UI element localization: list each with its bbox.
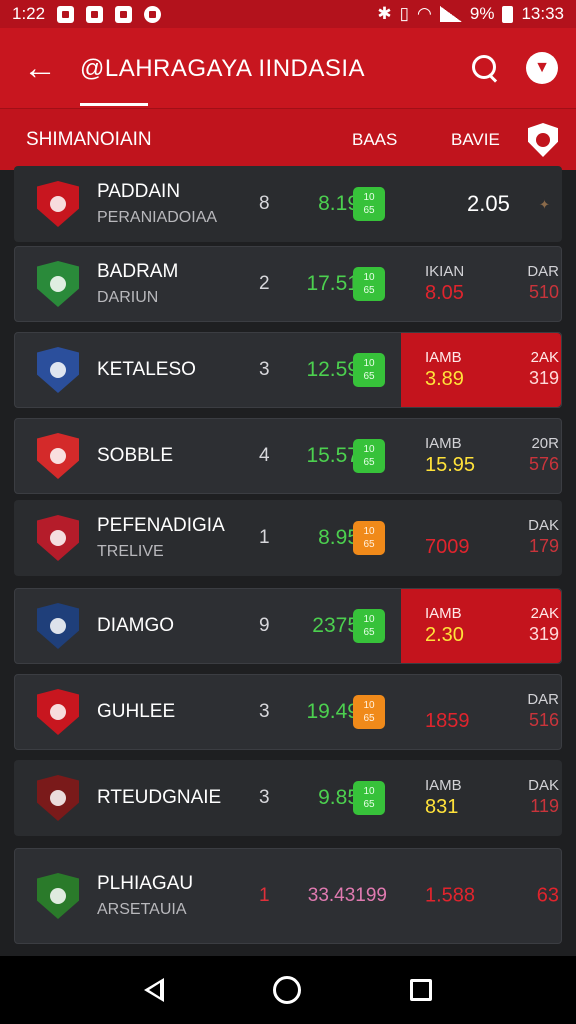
team-subtitle: TRELIVE xyxy=(97,543,164,560)
app-notification-icon xyxy=(86,5,104,23)
battery-icon xyxy=(502,5,514,23)
message-notification-icon xyxy=(57,5,75,23)
status-bar: 1:22 ✱ ▯ ◠ 9% 13:33 xyxy=(0,0,576,28)
team-rank: 4 xyxy=(259,445,270,466)
team-crest-icon xyxy=(37,181,79,227)
team-list: PADDAIN PERANIADOIAA 8 8.19 10 65 2.05 ✦ … xyxy=(0,166,576,956)
list-item[interactable]: BADRAM DARIUN 2 17.51 10 65 IKIAN DAR 8.05… xyxy=(14,246,562,322)
app-bar: ← @LAHRAGAYA IINDASIA ▼ xyxy=(0,28,576,108)
bag-notification-icon xyxy=(115,5,133,23)
team-score: 33.43199 xyxy=(307,885,387,906)
list-item[interactable]: RTEUDGNAIE 3 9.85 10 65 IAMB DAK 831 119 xyxy=(14,760,562,836)
list-item[interactable]: PADDAIN PERANIADOIAA 8 8.19 10 65 2.05 ✦ xyxy=(14,166,562,242)
team-name: GUHLEE xyxy=(97,701,176,722)
system-navigation-bar xyxy=(0,956,576,1024)
media-notification-icon xyxy=(144,5,162,23)
odds-cell[interactable]: IKIAN DAR 8.05 510 xyxy=(425,263,559,305)
score-badge: 10 65 xyxy=(353,439,385,473)
team-name: PEFENADIGIA xyxy=(97,515,225,536)
team-rank: 3 xyxy=(259,787,270,808)
team-score: 9.85 xyxy=(318,786,359,809)
nav-recents-icon[interactable] xyxy=(409,979,432,1001)
team-rank: 1 xyxy=(259,527,270,548)
team-name: SOBBLE xyxy=(97,445,174,466)
status-time-left: 1:22 xyxy=(12,4,46,23)
section-title: SHIMANOIAIN xyxy=(26,128,152,150)
score-badge: 10 65 xyxy=(353,187,385,221)
team-crest-icon xyxy=(37,515,79,561)
search-icon[interactable] xyxy=(470,53,500,83)
odds-cell[interactable]: IAMB 2AK 3.89 319 xyxy=(425,349,559,391)
team-rank: 2 xyxy=(259,273,270,294)
team-name: DIAMGO xyxy=(97,615,175,636)
score-badge: 10 65 xyxy=(353,781,385,815)
odds-cell[interactable]: IAMB 2AK 2.30 319 xyxy=(425,605,559,647)
vibrate-icon: ▯ xyxy=(399,4,410,23)
score-badge: 10 65 xyxy=(353,609,385,643)
odds-cell[interactable]: 1.588 63 xyxy=(425,885,559,908)
page-title: @LAHRAGAYA IINDASIA xyxy=(80,28,365,108)
score-badge: 10 65 xyxy=(353,267,385,301)
signal-icon xyxy=(439,6,462,22)
team-crest-icon xyxy=(37,603,79,649)
team-crest-icon xyxy=(37,433,79,479)
odds-cell[interactable]: DAK 7009 179 xyxy=(425,517,559,559)
pin-icon: ✦ xyxy=(539,197,550,212)
list-item[interactable]: SOBBLE 4 15.57 10 65 IAMB 20R 15.95 576 xyxy=(14,418,562,494)
team-name: BADRAM xyxy=(97,261,179,282)
team-name: KETALESO xyxy=(97,359,196,380)
column-header-2[interactable]: BAVIE xyxy=(451,130,500,150)
favorite-icon[interactable]: ▼ xyxy=(526,52,558,84)
team-score: 17.51 xyxy=(306,272,359,295)
team-rank: 3 xyxy=(259,701,270,722)
odds-cell[interactable]: DAR 1859 516 xyxy=(425,691,559,733)
battery-percent: 9% xyxy=(469,4,495,23)
section-header: SHIMANOIAIN BAAS BAVIE xyxy=(0,108,576,170)
list-item[interactable]: PEFENADIGIA TRELIVE 1 8.95 10 65 DAK 7009… xyxy=(14,500,562,576)
list-item[interactable]: DIAMGO 9 2375 10 65 IAMB 2AK 2.30 319 xyxy=(14,588,562,664)
team-crest-icon xyxy=(37,775,79,821)
team-crest-icon xyxy=(37,261,79,307)
shield-icon[interactable] xyxy=(528,123,558,157)
status-time-right: 13:33 xyxy=(521,4,564,23)
arrow-left-icon: ← xyxy=(23,48,57,87)
score-badge: 10 65 xyxy=(353,695,385,729)
team-rank: 1 xyxy=(259,885,270,906)
team-score: 8.95 xyxy=(318,526,359,549)
nav-back-icon[interactable] xyxy=(144,978,165,1002)
list-item[interactable]: PLHIAGAU ARSETAUIA 1 33.43199 1.588 63 xyxy=(14,848,562,944)
team-score: 19.49 xyxy=(306,700,359,723)
team-crest-icon xyxy=(37,873,79,919)
team-crest-icon xyxy=(37,347,79,393)
team-rank: 9 xyxy=(259,615,270,636)
team-subtitle: ARSETAUIA xyxy=(97,901,187,918)
team-rank: 8 xyxy=(259,193,270,214)
list-item[interactable]: KETALESO 3 12.59 10 65 IAMB 2AK 3.89 319 xyxy=(14,332,562,408)
score-badge: 10 65 xyxy=(353,521,385,555)
team-name: RTEUDGNAIE xyxy=(97,787,222,808)
team-name: PADDAIN xyxy=(97,181,181,202)
team-crest-icon xyxy=(37,689,79,735)
nav-home-icon[interactable] xyxy=(272,976,301,1004)
bluetooth-icon: ✱ xyxy=(377,4,392,23)
odds-cell[interactable]: IAMB DAK 831 119 xyxy=(425,777,559,819)
team-name: PLHIAGAU xyxy=(97,873,194,894)
team-score: 12.59 xyxy=(306,358,359,381)
team-rank: 3 xyxy=(259,359,270,380)
score-badge: 10 65 xyxy=(353,353,385,387)
back-button[interactable]: ← xyxy=(0,28,80,108)
column-header-1[interactable]: BAAS xyxy=(352,130,397,150)
team-score: 2375 xyxy=(312,614,359,637)
wifi-icon: ◠ xyxy=(417,4,432,23)
team-subtitle: DARIUN xyxy=(97,289,159,306)
team-subtitle: PERANIADOIAA xyxy=(97,209,218,226)
list-item[interactable]: GUHLEE 3 19.49 10 65 DAR 1859 516 xyxy=(14,674,562,750)
team-score: 8.19 xyxy=(318,192,359,215)
odds-cell[interactable]: IAMB 20R 15.95 576 xyxy=(425,435,559,477)
team-score: 15.57 xyxy=(306,444,359,467)
odds-value[interactable]: 2.05 xyxy=(467,191,510,217)
